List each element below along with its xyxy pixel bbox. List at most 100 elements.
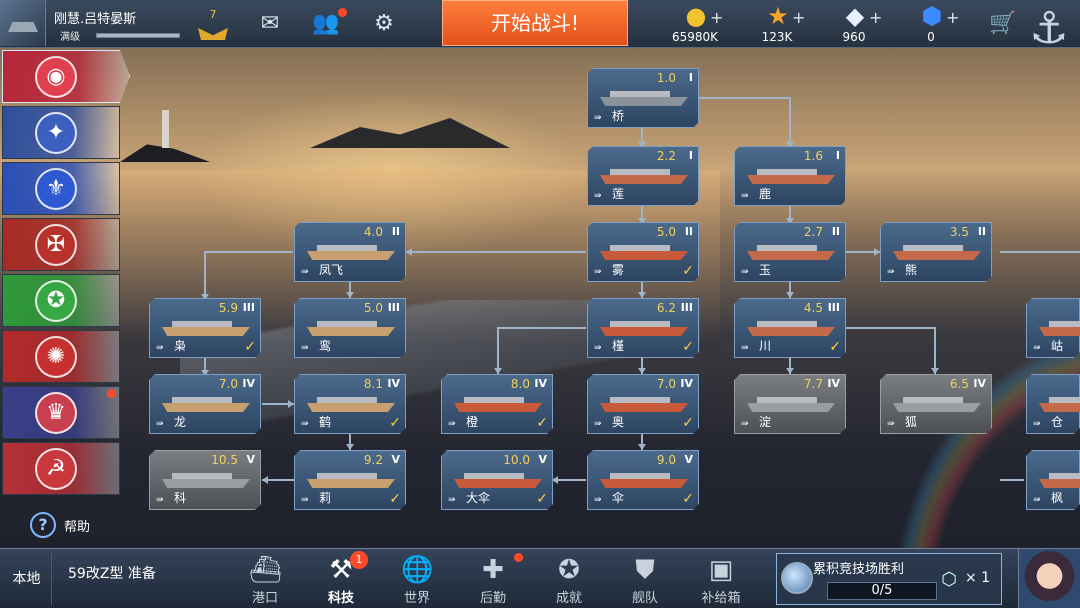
tech-node[interactable]: 3.5 II ⇛ 熊	[880, 222, 992, 282]
shop-cart-icon[interactable]: 🛒	[986, 10, 1020, 38]
ship-hull	[307, 479, 395, 488]
gear-icon[interactable]: ⚙	[368, 10, 400, 38]
tech-node[interactable]: ⇛ 仓	[1026, 374, 1080, 434]
player-level-label: 满级	[60, 32, 80, 43]
cruiser-ship-icon	[893, 243, 981, 261]
tech-node[interactable]: 8.1 IV ⇛ 鹤 ✓	[294, 374, 406, 434]
help-button[interactable]: ? 帮助	[30, 512, 110, 538]
tech-node[interactable]: ⇛ 枫	[1026, 450, 1080, 510]
tech-node[interactable]: 10.5 V ⇛ 科	[149, 450, 261, 510]
battleship-ship-icon	[600, 395, 688, 413]
ship-hull	[162, 327, 250, 336]
cruiser-ship-icon	[893, 395, 981, 413]
mail-icon[interactable]: ✉	[254, 10, 286, 38]
ship-class-icon: ⇛	[156, 495, 164, 505]
nav-supply[interactable]: ▣ 补给箱	[686, 553, 756, 607]
nation-tab-uk[interactable]: ♛	[2, 386, 120, 439]
tech-node[interactable]: 1.6 I ⇛ 鹿	[734, 146, 846, 206]
tech-node[interactable]: 9.2 V ⇛ 莉 ✓	[294, 450, 406, 510]
nation-tab-italy[interactable]: ✪	[2, 274, 120, 327]
resource-gold[interactable]: ● + 65980K	[655, 2, 735, 46]
node-tier: III	[827, 301, 840, 314]
nav-fleet[interactable]: ⛊ 舰队	[610, 553, 680, 607]
resource-star[interactable]: ★ + 123K	[737, 2, 817, 46]
tech-node[interactable]: 4.0 II ⇛ 凤飞	[294, 222, 406, 282]
node-name: 莲	[612, 187, 625, 201]
nav-world[interactable]: 🌐 世界	[382, 553, 452, 607]
preparing-ship-text: 59改Z型 准备	[68, 566, 156, 582]
resource-gold-value: 65980K	[671, 30, 719, 44]
tech-node[interactable]: 7.0 IV ⇛ 龙	[149, 374, 261, 434]
node-level: 5.0	[656, 225, 676, 239]
tech-node[interactable]: 5.0 II ⇛ 雾 ✓	[587, 222, 699, 282]
tech-node[interactable]: 6.2 III ⇛ 槿 ✓	[587, 298, 699, 358]
node-tier: II	[684, 225, 693, 238]
nation-tab-japan[interactable]: ◉	[2, 50, 130, 103]
exp-bar	[96, 33, 180, 38]
node-level: 9.2	[363, 453, 383, 467]
ship-class-icon: ⇛	[594, 419, 602, 429]
tech-node[interactable]: 1.0 I ⇛ 桥	[587, 68, 699, 128]
nation-tab-germany[interactable]: ✠	[2, 218, 120, 271]
node-name: 岵	[1051, 339, 1064, 353]
check-icon: ✓	[682, 491, 694, 507]
node-tier: I	[835, 149, 840, 162]
tech-node[interactable]: 2.7 II ⇛ 玉	[734, 222, 846, 282]
nation-tab-france[interactable]: ⚜	[2, 162, 120, 215]
carrier-ship-icon	[307, 319, 395, 337]
resource-diamond[interactable]: ◆ + 960	[814, 2, 894, 46]
nav-achievement[interactable]: ✪ 成就	[534, 553, 604, 607]
ship-hull	[747, 251, 835, 260]
arena-task-panel[interactable]: 累积竞技场胜利 0/5 ⬡ × 1	[776, 553, 1002, 605]
captain-avatar[interactable]	[1018, 549, 1080, 608]
nation-tab-china[interactable]: ✺	[2, 330, 120, 383]
rank-wings-icon	[198, 28, 228, 40]
player-avatar[interactable]	[0, 0, 46, 46]
ship-class-icon: ⇛	[594, 343, 602, 353]
nav-notice-dot	[514, 553, 523, 562]
ship-class-icon: ⇛	[301, 267, 309, 277]
nav-port[interactable]: ⛴ 港口	[230, 553, 300, 607]
nav-tech[interactable]: ⚒ 科技 1	[306, 551, 376, 607]
ship-hull	[1039, 479, 1080, 488]
port-icon: ⛴	[249, 555, 283, 585]
tech-node[interactable]: 4.5 III ⇛ 川 ✓	[734, 298, 846, 358]
ship-hull	[747, 175, 835, 184]
anchor-icon[interactable]: ⚓	[1022, 0, 1076, 60]
tech-node[interactable]: 7.7 IV ⇛ 淀	[734, 374, 846, 434]
ship-hull	[600, 403, 688, 412]
tech-node[interactable]: 10.0 V ⇛ 大伞 ✓	[441, 450, 553, 510]
nation-tab-ussr[interactable]: ☭	[2, 442, 120, 495]
tech-node[interactable]: ⇛ 岵	[1026, 298, 1080, 358]
tech-node[interactable]: 7.0 IV ⇛ 奥 ✓	[587, 374, 699, 434]
node-name: 鹿	[759, 187, 772, 201]
local-button[interactable]: 本地	[2, 553, 52, 605]
add-star-icon[interactable]: +	[792, 8, 805, 27]
node-level: 9.0	[656, 453, 676, 467]
node-name: 莉	[319, 491, 332, 505]
add-gold-icon[interactable]: +	[710, 8, 723, 27]
nation-tab-usa[interactable]: ✦	[2, 106, 120, 159]
tech-node[interactable]: 8.0 IV ⇛ 橙 ✓	[441, 374, 553, 434]
rank-badge[interactable]: 7	[198, 8, 228, 42]
start-battle-button[interactable]: 开始战斗!	[442, 0, 628, 46]
add-diamond-icon[interactable]: +	[869, 8, 882, 27]
node-tier: V	[391, 453, 400, 466]
ship-hull	[1039, 327, 1080, 336]
tech-node[interactable]: 9.0 V ⇛ 伞 ✓	[587, 450, 699, 510]
ship-class-icon: ⇛	[156, 343, 164, 353]
friends-icon[interactable]: 👥	[310, 10, 342, 38]
nav-label: 舰队	[631, 591, 658, 606]
nav-logistics[interactable]: ✚ 后勤	[458, 553, 528, 607]
tech-node[interactable]: 5.0 III ⇛ 鸾	[294, 298, 406, 358]
tech-node[interactable]: 2.2 I ⇛ 莲	[587, 146, 699, 206]
resource-crystal[interactable]: ⬢ + 0	[891, 2, 971, 46]
fleet-icon: ⛊	[635, 555, 655, 585]
ship-hull	[600, 175, 688, 184]
add-crystal-icon[interactable]: +	[946, 8, 959, 27]
ship-class-icon: ⇛	[301, 343, 309, 353]
ship-hull	[600, 251, 688, 260]
tech-node[interactable]: 5.9 III ⇛ 枭 ✓	[149, 298, 261, 358]
tech-node[interactable]: 6.5 IV ⇛ 狐	[880, 374, 992, 434]
node-name: 大伞	[466, 491, 491, 505]
